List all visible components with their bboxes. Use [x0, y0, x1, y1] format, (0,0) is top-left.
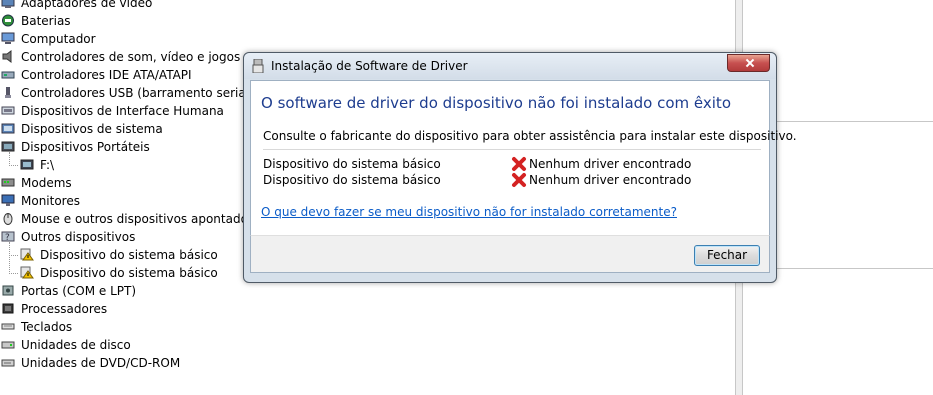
port-icon: [1, 284, 15, 297]
divider: [776, 121, 933, 122]
dialog-headline: O software de driver do dispositivo não …: [261, 94, 731, 112]
tree-item-ports[interactable]: Portas (COM e LPT): [0, 282, 740, 300]
tree-item-label: Dispositivo do sistema básico: [40, 248, 218, 262]
tree-item-label: Monitores: [21, 194, 80, 208]
device-name: Dispositivo do sistema básico: [263, 157, 441, 171]
portable-drive-icon: [20, 158, 34, 171]
divider: [263, 149, 761, 150]
warning-device-icon: [20, 248, 34, 261]
tree-item-label: Modems: [21, 176, 72, 190]
tree-item-label: Controladores IDE ATA/ATAPI: [21, 68, 192, 82]
dialog-footer: Fechar: [250, 235, 770, 273]
device-status: Nenhum driver encontrado: [529, 173, 692, 187]
dvd-drive-icon: [1, 356, 15, 369]
tree-item-label: Mouse e outros dispositivos apontadores: [21, 212, 267, 226]
tree-item-label: Dispositivos Portáteis: [21, 140, 150, 154]
warning-device-icon: [20, 266, 34, 279]
tree-item-label: Unidades de DVD/CD-ROM: [21, 356, 181, 370]
tree-item-computer[interactable]: Computador: [0, 30, 740, 48]
dialog-description: Consulte o fabricante do dispositivo par…: [263, 129, 797, 143]
dialog-title: Instalação de Software de Driver: [271, 59, 468, 73]
tree-item-label: Dispositivo do sistema básico: [40, 266, 218, 280]
tree-item-label: Computador: [21, 32, 96, 46]
tree-item-label: Baterias: [21, 14, 71, 28]
error-x-icon: [511, 156, 527, 172]
mouse-icon: [1, 212, 15, 225]
error-x-icon: [511, 172, 527, 188]
tree-item-label: Dispositivos de sistema: [21, 122, 163, 136]
computer-icon: [1, 32, 15, 45]
hid-icon: [1, 104, 15, 117]
tree-item-label: Unidades de disco: [21, 338, 131, 352]
close-icon[interactable]: [727, 54, 770, 72]
device-status: Nenhum driver encontrado: [529, 157, 692, 171]
processor-icon: [1, 302, 15, 315]
driver-install-dialog: Instalação de Software de Driver O softw…: [243, 52, 797, 283]
tree-item-label: Outros dispositivos: [21, 230, 136, 244]
usb-icon: [1, 86, 15, 99]
tree-item-label: F:\: [40, 158, 55, 172]
tree-item-keyboards[interactable]: Teclados: [0, 318, 740, 336]
tree-item-label: Processadores: [21, 302, 108, 316]
close-button[interactable]: Fechar: [694, 245, 760, 266]
tree-item-disk-drives[interactable]: Unidades de disco: [0, 336, 740, 354]
usb-drive-icon: [252, 58, 264, 74]
disk-drive-icon: [1, 338, 15, 351]
monitor-icon: [1, 194, 15, 207]
tree-item-label: Controladores USB (barramento serial uni…: [21, 86, 279, 100]
help-link[interactable]: O que devo fazer se meu dispositivo não …: [261, 205, 677, 219]
tree-item-label: Portas (COM e LPT): [21, 284, 137, 298]
device-name: Dispositivo do sistema básico: [263, 173, 441, 187]
tree-item-label: Controladores de som, vídeo e jogos: [21, 50, 241, 64]
tree-connector: [9, 165, 18, 166]
other-devices-icon: ?: [1, 230, 15, 243]
tree-item-video-adapters[interactable]: Adaptadores de vídeo: [0, 0, 740, 12]
dialog-titlebar[interactable]: Instalação de Software de Driver: [244, 53, 776, 79]
portable-device-icon: [1, 140, 15, 153]
tree-item-processors[interactable]: Processadores: [0, 300, 740, 318]
ide-controller-icon: [1, 68, 15, 81]
display-adapter-icon: [1, 0, 15, 9]
system-device-icon: [1, 122, 15, 135]
svg-text:?: ?: [5, 233, 10, 243]
battery-icon: [1, 14, 15, 27]
tree-item-batteries[interactable]: Baterias: [0, 12, 740, 30]
keyboard-icon: [1, 320, 15, 333]
tree-item-dvd-drives[interactable]: Unidades de DVD/CD-ROM: [0, 354, 740, 372]
tree-connector: [9, 255, 18, 256]
tree-connector: [9, 273, 18, 274]
tree-item-label: Teclados: [21, 320, 73, 334]
tree-item-label: Adaptadores de vídeo: [21, 0, 153, 10]
tree-item-label: Dispositivos de Interface Humana: [21, 104, 224, 118]
divider: [776, 268, 933, 269]
dialog-content: O software de driver do dispositivo não …: [250, 80, 797, 235]
modem-icon: [1, 176, 15, 189]
speaker-icon: [1, 50, 15, 63]
